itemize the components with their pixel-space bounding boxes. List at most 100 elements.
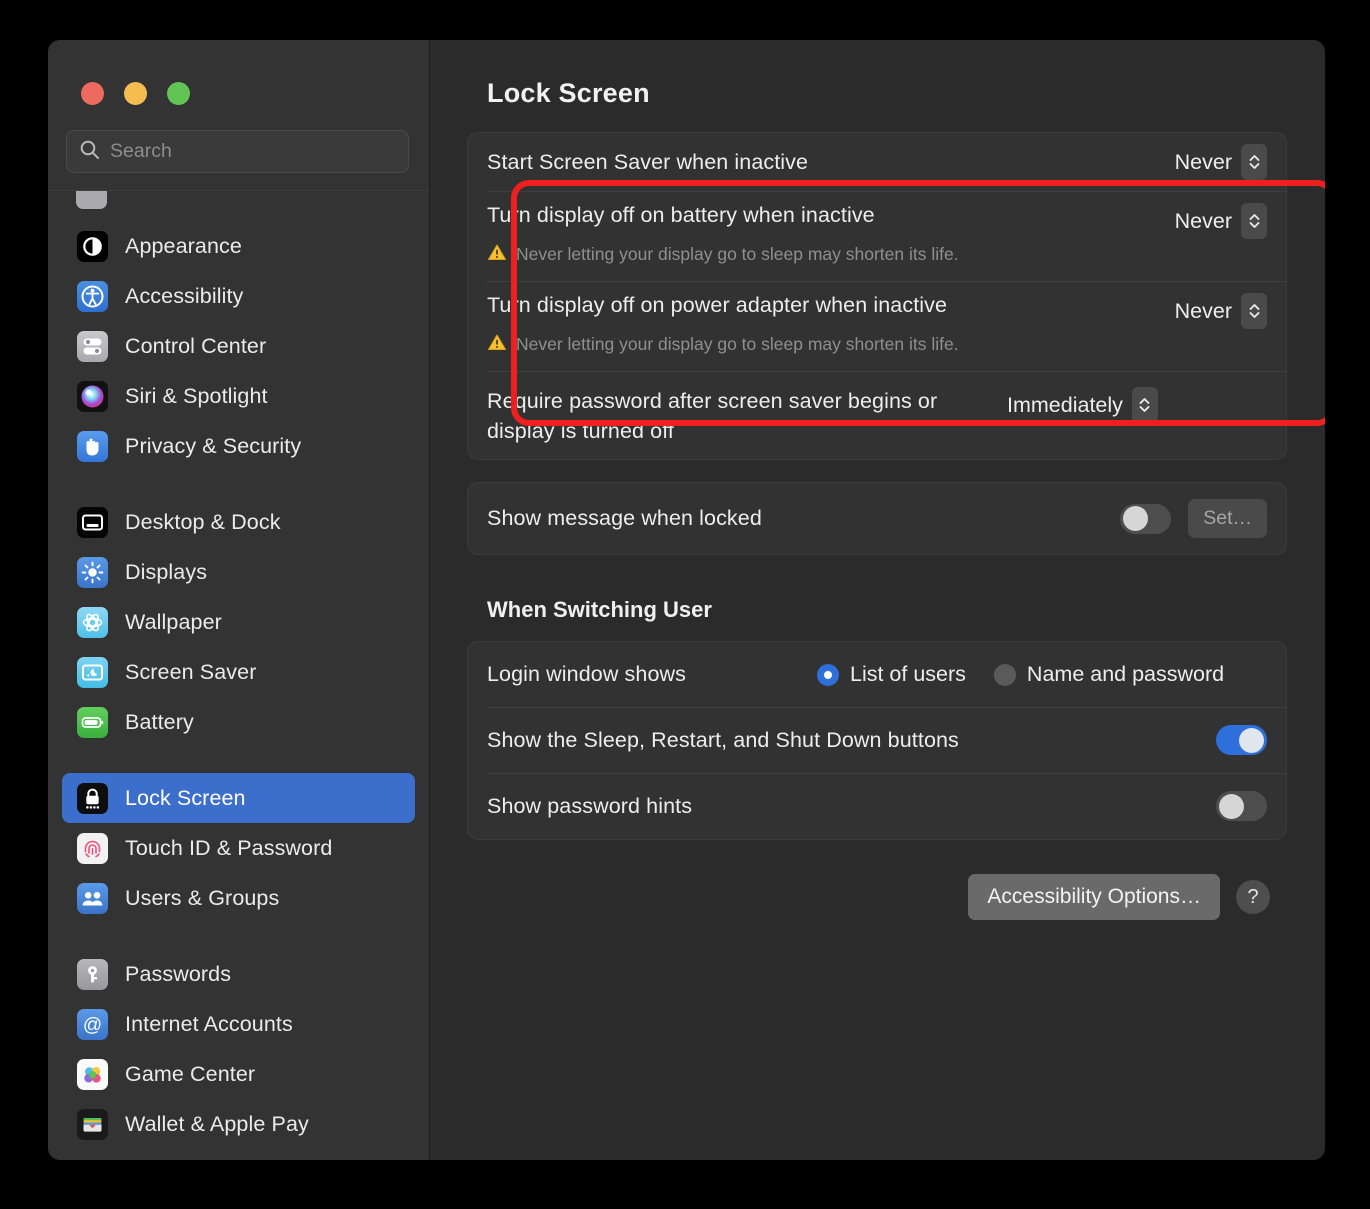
sidebar-item-accessibility[interactable]: Accessibility [62, 271, 415, 321]
sidebar-item-desktop-dock[interactable]: Desktop & Dock [62, 497, 415, 547]
row-label: Start Screen Saver when inactive [487, 149, 809, 174]
sidebar-item-label: Internet Accounts [125, 1011, 293, 1036]
window-traffic-lights [48, 40, 429, 105]
row-display-off-battery[interactable]: Turn display off on battery when inactiv… [468, 191, 1286, 281]
users-groups-icon [77, 882, 108, 914]
row-separator [487, 773, 1286, 774]
popup-value: Never [1174, 208, 1232, 233]
display-off-power-popup[interactable]: Never [1175, 293, 1267, 329]
sidebar-item-game-center[interactable]: Game Center [62, 1049, 415, 1099]
toggle-knob [1239, 727, 1264, 753]
sidebar-item-touch-id-password[interactable]: Touch ID & Password [62, 823, 415, 873]
accessibility-options-button[interactable]: Accessibility Options… [968, 874, 1220, 920]
require-password-popup[interactable]: Immediately [1007, 387, 1158, 423]
search-field[interactable] [66, 130, 409, 173]
chevron-up-down-icon[interactable] [1241, 293, 1267, 329]
wallpaper-icon [77, 606, 108, 638]
row-show-sleep-restart-shutdown[interactable]: Show the Sleep, Restart, and Shut Down b… [468, 707, 1286, 773]
radio-button[interactable] [817, 663, 839, 686]
close-button[interactable] [81, 82, 104, 105]
sidebar-item-label: Desktop & Dock [125, 509, 281, 534]
row-separator [487, 371, 1286, 372]
popup-value: Never [1174, 149, 1232, 174]
chevron-up-down-icon[interactable] [1241, 203, 1267, 239]
search-input[interactable] [110, 140, 396, 163]
power-adapter-warning: Never letting your display go to sleep m… [487, 332, 1267, 357]
chevron-up-down-icon[interactable] [1131, 387, 1158, 423]
sidebar-item-users-groups[interactable]: Users & Groups [62, 873, 415, 923]
row-show-password-hints[interactable]: Show password hints [468, 773, 1286, 839]
sidebar-item-siri-spotlight[interactable]: Siri & Spotlight [62, 371, 415, 421]
sidebar-item-displays[interactable]: Displays [62, 547, 415, 597]
sidebar-item-privacy-security[interactable]: Privacy & Security [62, 421, 415, 471]
row-label: Turn display off on power adapter when i… [487, 293, 948, 317]
minimize-button[interactable] [124, 82, 147, 105]
sidebar-item-screen-saver[interactable]: Screen Saver [62, 647, 415, 697]
battery-icon [77, 706, 108, 738]
sidebar-item-label: Displays [125, 559, 208, 584]
game-center-icon [77, 1058, 108, 1090]
row-label: Login window shows [487, 662, 686, 686]
radio-option-name-and-password[interactable]: Name and password [993, 662, 1224, 687]
sidebar-item-wallet-apple-pay[interactable]: Wallet & Apple Pay [62, 1099, 415, 1149]
sidebar-item-passwords[interactable]: Passwords [62, 949, 415, 999]
page-title: Lock Screen [487, 78, 650, 108]
warning-text: Never letting your display go to sleep m… [516, 334, 959, 354]
touch-id-icon [77, 832, 108, 864]
row-separator [487, 191, 1286, 192]
internet-accounts-icon: @ [77, 1008, 108, 1040]
battery-warning: Never letting your display go to sleep m… [487, 242, 1267, 267]
set-message-button[interactable]: Set… [1188, 499, 1267, 538]
row-display-off-power-adapter[interactable]: Turn display off on power adapter when i… [468, 281, 1286, 371]
sidebar-item-label: Lock Screen [125, 785, 246, 810]
sidebar-item-label: Wallpaper [125, 609, 222, 634]
clipped-above-icon [76, 191, 107, 209]
search-icon [79, 139, 100, 165]
radio-option-list-of-users[interactable]: List of users [817, 662, 966, 687]
sidebar-item-appearance[interactable]: Appearance [62, 221, 415, 271]
row-label: Show password hints [487, 793, 693, 818]
display-off-battery-popup[interactable]: Never [1175, 203, 1267, 239]
sidebar-item-label: Users & Groups [125, 885, 280, 910]
chevron-up-down-icon[interactable] [1241, 144, 1267, 180]
login-window-radio-group: List of users Name and password [817, 662, 1224, 687]
sidebar-item-label: Battery [125, 709, 194, 734]
row-label: Show the Sleep, Restart, and Shut Down b… [487, 727, 959, 752]
start-screen-saver-popup[interactable]: Never [1175, 144, 1267, 180]
toggle-knob [1123, 506, 1149, 531]
show-message-group: Show message when locked Set… [467, 482, 1287, 555]
popup-value: Immediately [1007, 392, 1123, 417]
sidebar-nav-list: Appearance Accessibility Control Center … [48, 195, 429, 1149]
sidebar-item-internet-accounts[interactable]: @ Internet Accounts [62, 999, 415, 1049]
sidebar-item-wallpaper[interactable]: Wallpaper [62, 597, 415, 647]
sidebar-item-battery[interactable]: Battery [62, 697, 415, 747]
zoom-button[interactable] [167, 82, 190, 105]
sidebar-item-control-center[interactable]: Control Center [62, 321, 415, 371]
show-message-toggle[interactable] [1120, 503, 1172, 534]
svg-text:@: @ [83, 1015, 102, 1036]
row-start-screen-saver[interactable]: Start Screen Saver when inactive Never [468, 133, 1286, 191]
main-content: Lock Screen Start Screen Saver when inac… [430, 40, 1325, 1160]
passwords-icon [77, 958, 108, 990]
popup-value: Never [1174, 298, 1232, 323]
password-hints-toggle[interactable] [1216, 791, 1267, 821]
accessibility-icon [77, 280, 108, 312]
help-button[interactable]: ? [1236, 880, 1270, 914]
when-switching-user-heading: When Switching User [487, 597, 712, 622]
row-label: Turn display off on battery when inactiv… [487, 203, 875, 227]
row-separator [487, 281, 1286, 282]
radio-button[interactable] [993, 663, 1016, 686]
row-show-message-when-locked[interactable]: Show message when locked Set… [468, 483, 1286, 554]
warning-triangle-icon [487, 242, 507, 267]
system-settings-window: Appearance Accessibility [48, 40, 1325, 1160]
sidebar-item-label: Control Center [125, 333, 267, 358]
sidebar-group-divider [62, 923, 415, 949]
radio-label: List of users [850, 662, 966, 686]
sidebar-item-lock-screen[interactable]: Lock Screen [62, 773, 415, 823]
warning-text: Never letting your display go to sleep m… [516, 244, 959, 264]
sidebar-item-label: Wallet & Apple Pay [125, 1111, 309, 1136]
sleep-restart-shutdown-toggle[interactable] [1216, 725, 1267, 755]
sidebar-scroll-area[interactable]: Appearance Accessibility Control Center … [48, 190, 429, 1160]
siri-icon [77, 380, 108, 412]
row-require-password[interactable]: Require password after screen saver begi… [468, 371, 1286, 459]
